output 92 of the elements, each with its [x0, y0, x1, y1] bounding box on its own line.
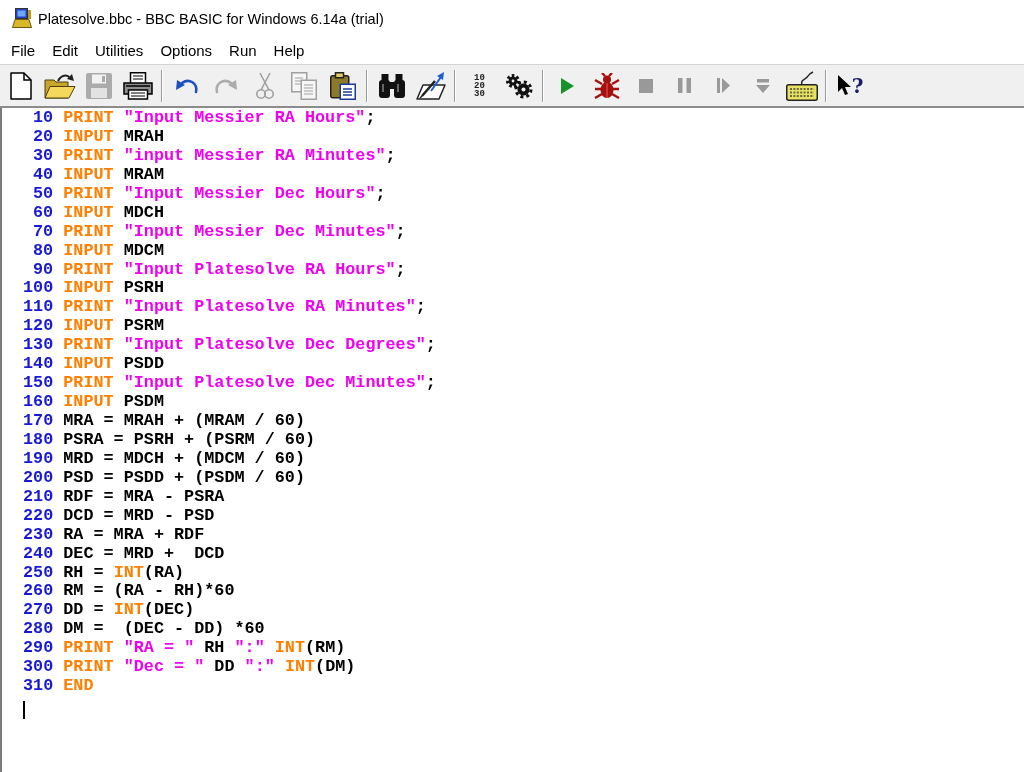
bug-icon — [593, 72, 620, 99]
code-line: INPUT PSDD — [63, 355, 164, 375]
document-icon — [9, 71, 32, 100]
pen-paper-icon — [415, 71, 446, 100]
code-line: INPUT MRAM — [63, 165, 164, 185]
line-number: 240 — [23, 544, 54, 564]
line-number: 160 — [23, 393, 54, 412]
line-number: 60 — [32, 203, 54, 223]
line-number: 260 — [23, 582, 54, 602]
line-number: 270 — [23, 601, 54, 621]
code-line: PRINT "input Messier RA Minutes"; — [63, 146, 396, 166]
line-number: 310 — [23, 677, 54, 697]
window-title: Platesolve.bbc - BBC BASIC for Windows 6.14a (trial) — [38, 10, 384, 27]
stop-icon — [638, 78, 653, 93]
line-number: 150 — [23, 374, 54, 394]
code-line: RDF = MRA - PSRA — [63, 487, 225, 507]
line-number: 10 — [32, 109, 54, 128]
menu-item[interactable]: Edit — [44, 40, 87, 61]
text-cursor — [23, 700, 25, 719]
code-line: PRINT "Input Platesolve Dec Degrees"; — [63, 336, 436, 356]
line-number: 80 — [32, 241, 54, 261]
code-line: PSD = PSDD + (PSDM / 60) — [63, 468, 305, 488]
code-line: INPUT MDCM — [63, 241, 164, 261]
computer-icon — [12, 8, 32, 28]
code-line: PRINT "Input Messier Dec Minutes"; — [63, 222, 406, 242]
code-line: INPUT PSRH — [63, 279, 164, 299]
line-number: 30 — [32, 146, 54, 166]
line-number: 300 — [23, 658, 54, 678]
help-button[interactable]: ? — [831, 66, 870, 105]
code-line: INPUT MRAH — [63, 127, 164, 147]
line-number: 290 — [23, 639, 54, 659]
code-line: PSRA = PSRH + (PSRM / 60) — [63, 430, 316, 450]
line-number: 230 — [23, 525, 54, 545]
code-line: MRD = MDCH + (MDCM / 60) — [63, 449, 305, 469]
keyboard-icon — [785, 70, 818, 101]
code-line: PRINT "RA = " RH ":" INT(RM) — [63, 639, 346, 659]
line-number: 130 — [23, 336, 54, 356]
menu-item[interactable]: Utilities — [87, 40, 152, 61]
play-icon — [561, 77, 574, 94]
code-line: RM = (RA - RH)*60 — [63, 582, 235, 602]
line-number: 50 — [32, 184, 54, 204]
line-number: 70 — [32, 222, 54, 242]
code-line: RH = INT(RA) — [63, 563, 185, 583]
code-line: DEC = MRD + DCD — [63, 544, 225, 564]
code-line: DM = (DEC - DD) *60 — [63, 620, 265, 640]
menu-item[interactable]: Help — [265, 40, 313, 61]
code-line: MRA = MRAH + (MRAM / 60) — [63, 412, 305, 431]
code-line: PRINT "Dec = " DD ":" INT(DM) — [63, 658, 356, 678]
menu-item[interactable]: Run — [221, 40, 265, 61]
line-number: 250 — [23, 563, 54, 583]
code-line: INPUT PSDM — [63, 393, 164, 412]
line-number: 170 — [23, 412, 54, 431]
code-line: PRINT "Input Platesolve RA Hours"; — [63, 260, 406, 280]
redo-icon — [213, 77, 238, 94]
pages-icon — [290, 71, 317, 100]
line-number: 180 — [23, 430, 54, 450]
binoculars-icon — [377, 73, 406, 98]
line-number: 190 — [23, 449, 54, 469]
line-number: 110 — [23, 298, 54, 318]
line-number: 280 — [23, 620, 54, 640]
folder-icon — [43, 72, 76, 99]
line-number: 40 — [32, 165, 54, 185]
code-line: PRINT "Input Messier RA Hours"; — [63, 109, 376, 128]
line-number: 220 — [23, 506, 54, 526]
line-number: 120 — [23, 317, 54, 337]
code-line: DCD = MRD - PSD — [63, 506, 215, 526]
line-number: 20 — [32, 127, 54, 147]
line-number: 140 — [23, 355, 54, 375]
code-line: DD = INT(DEC) — [63, 601, 195, 621]
line-number: 100 — [23, 279, 54, 299]
printer-icon — [122, 71, 153, 100]
line-number: 210 — [23, 487, 54, 507]
renumber-button[interactable]: 10 20 30 — [460, 66, 499, 105]
menu-item[interactable]: Options — [152, 40, 221, 61]
scissors-icon — [255, 71, 274, 100]
down-arrow-icon — [755, 78, 770, 93]
code-line: INPUT MDCH — [63, 203, 164, 223]
line-number: 200 — [23, 468, 54, 488]
step-icon — [717, 78, 730, 93]
clipboard-icon — [329, 71, 356, 100]
code-line: PRINT "Input Platesolve RA Minutes"; — [63, 298, 426, 318]
pointer-icon — [837, 75, 851, 96]
code-line: END — [63, 677, 94, 697]
code-line: PRINT "Input Messier Dec Hours"; — [63, 184, 386, 204]
pause-icon — [678, 78, 691, 93]
code-line: PRINT "Input Platesolve Dec Minutes"; — [63, 374, 436, 394]
code-line: INPUT PSRM — [63, 317, 164, 337]
undo-icon — [174, 77, 199, 94]
menu-item[interactable]: File — [3, 40, 44, 61]
gears-icon — [504, 72, 533, 99]
line-number: 90 — [32, 260, 54, 280]
code-line: RA = MRA + RDF — [63, 525, 205, 545]
